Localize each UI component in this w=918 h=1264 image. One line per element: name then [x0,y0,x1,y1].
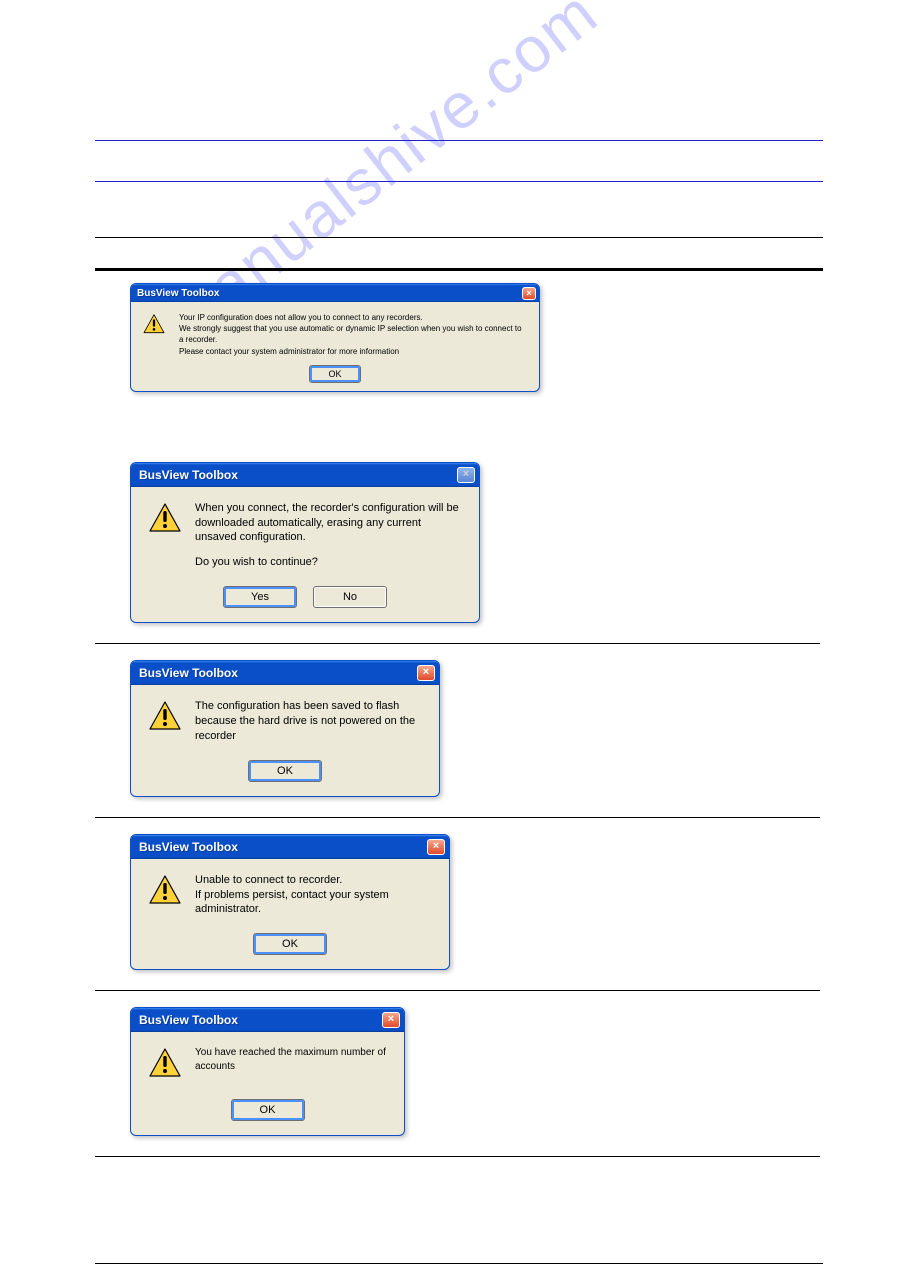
ok-button[interactable]: OK [248,760,322,782]
dialog-body: The configuration has been saved to flas… [131,685,439,754]
dialog-message: When you connect, the recorder's configu… [195,501,461,570]
dialog-body: Unable to connect to recorder. If proble… [131,859,449,928]
dialog-body: You have reached the maximum number of a… [131,1032,404,1093]
message-line: The configuration has been saved to flas… [195,699,421,714]
divider [95,643,820,644]
dialog-connect-confirm: BusView Toolbox × When you connect, the … [130,462,480,623]
dialog-message: Unable to connect to recorder. If proble… [195,873,431,918]
warning-icon [149,503,181,538]
divider [95,181,823,182]
dialog-unable-connect: BusView Toolbox × Unable to connect to r… [130,834,450,971]
message-line: You have reached the maximum number of a… [195,1046,386,1073]
yes-button[interactable]: Yes [223,586,297,608]
message-line: If problems persist, contact your system… [195,888,431,918]
dialog-max-accounts: BusView Toolbox × You have reached the m… [130,1007,405,1136]
dialog-ip-config: BusView Toolbox × Your IP configuration … [130,283,540,392]
divider [95,140,823,141]
dialog-body: Your IP configuration does not allow you… [131,302,539,363]
message-line: because the hard drive is not powered on… [195,714,421,744]
message-line: Your IP configuration does not allow you… [179,312,527,323]
dialog-title: BusView Toolbox [139,1013,238,1027]
ok-button[interactable]: OK [231,1099,305,1121]
message-line: Unable to connect to recorder. [195,873,431,888]
divider [95,817,820,818]
divider [95,268,823,271]
message-line: Please contact your system administrator… [179,346,527,357]
no-button[interactable]: No [313,586,387,608]
divider [95,990,820,991]
warning-icon [143,314,165,339]
message-line: When you connect, the recorder's configu… [195,501,461,546]
close-icon[interactable]: × [417,665,435,681]
dialog-body: When you connect, the recorder's configu… [131,487,479,580]
dialog-config-saved-flash: BusView Toolbox × The configuration has … [130,660,440,797]
ok-button[interactable]: OK [253,933,327,955]
close-icon[interactable]: × [382,1012,400,1028]
warning-icon [149,701,181,736]
titlebar: BusView Toolbox × [131,284,539,302]
dialog-title: BusView Toolbox [139,840,238,854]
titlebar: BusView Toolbox × [131,835,449,859]
message-question: Do you wish to continue? [195,555,461,570]
dialog-title: BusView Toolbox [139,666,238,680]
warning-icon [149,875,181,910]
titlebar: BusView Toolbox × [131,661,439,685]
close-icon: × [457,467,475,483]
dialog-message: You have reached the maximum number of a… [195,1046,386,1073]
dialog-title: BusView Toolbox [137,288,219,299]
dialog-message: The configuration has been saved to flas… [195,699,421,744]
dialog-title: BusView Toolbox [139,468,238,482]
close-icon[interactable]: × [427,839,445,855]
divider [95,237,823,238]
message-line: We strongly suggest that you use automat… [179,323,527,345]
warning-icon [149,1048,181,1083]
close-icon[interactable]: × [522,287,536,300]
divider [95,1156,820,1157]
dialog-message: Your IP configuration does not allow you… [179,312,527,357]
titlebar: BusView Toolbox × [131,1008,404,1032]
ok-button[interactable]: OK [309,365,361,383]
titlebar: BusView Toolbox × [131,463,479,487]
